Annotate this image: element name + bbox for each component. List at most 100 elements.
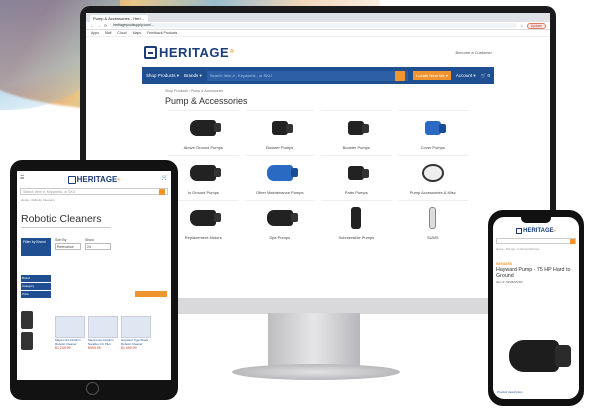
address-bar[interactable]: heritagepoolsupply.com/... bbox=[110, 23, 518, 28]
product-title[interactable]: Maytronics Dolphin Nautilus CC Plus bbox=[88, 338, 118, 346]
browser-tabbar: Pump & Accessories - Heri... bbox=[86, 13, 550, 22]
browser-tab[interactable]: Pump & Accessories - Heri... bbox=[90, 15, 148, 22]
search-placeholder: Search Item # , Keywords , or SKU bbox=[209, 72, 272, 78]
bookmark-item[interactable]: Cloud bbox=[117, 31, 126, 35]
category-tile[interactable]: Submersible Pumps bbox=[321, 200, 392, 242]
forward-icon[interactable]: → bbox=[97, 23, 101, 28]
menu-icon[interactable]: ☰ bbox=[20, 175, 24, 181]
heritage-logo[interactable]: HERITAGE ® bbox=[144, 45, 234, 60]
category-tile[interactable]: In Ground Pumps bbox=[168, 155, 239, 197]
logo-text: HERITAGE bbox=[76, 175, 118, 184]
product-description-link[interactable]: Product description bbox=[497, 390, 523, 394]
account-menu[interactable]: Account ▾ bbox=[456, 73, 476, 79]
search-icon[interactable] bbox=[570, 239, 575, 244]
filter-by-brand-button[interactable]: Filter by Brand bbox=[21, 238, 51, 256]
become-customer-link[interactable]: Become a Customer bbox=[456, 50, 492, 55]
home-button[interactable] bbox=[86, 382, 99, 395]
pump-icon bbox=[190, 165, 222, 181]
search-icon[interactable] bbox=[159, 188, 165, 195]
product-card[interactable]: Maytronics Dolphin Nautilus CC Plus $999… bbox=[88, 316, 118, 350]
category-tile[interactable]: Other Maintenance Pumps bbox=[244, 155, 315, 197]
search-icon[interactable] bbox=[395, 70, 406, 81]
product-image bbox=[55, 316, 85, 338]
category-tile[interactable]: SUMS bbox=[397, 200, 468, 242]
product-title[interactable]: Hayward TigerShark Robotic Cleaner bbox=[121, 338, 151, 346]
motor-icon bbox=[190, 210, 222, 226]
spa-pump-icon bbox=[266, 210, 298, 226]
product-meta: Item #: SP2603VSP bbox=[496, 280, 523, 285]
facet-item[interactable]: Category bbox=[21, 283, 51, 290]
product-image bbox=[88, 316, 118, 338]
bookmark-item[interactable]: Feedback Products bbox=[147, 31, 177, 35]
reload-icon[interactable]: ⟳ bbox=[104, 23, 107, 28]
category-tile[interactable]: Above Ground Pumps bbox=[168, 110, 239, 152]
category-tile[interactable]: Pump Accessories & Misc bbox=[397, 155, 468, 197]
cart-icon[interactable]: 🛒 0 bbox=[481, 73, 490, 79]
phone-device: HERITAGE ® Home › Pumps › In Ground Pump… bbox=[488, 210, 584, 406]
bookmark-item[interactable]: Mail bbox=[105, 31, 111, 35]
product-price: $1,099.99 bbox=[121, 346, 137, 351]
facet-item[interactable]: Price bbox=[21, 291, 51, 298]
submersible-pump-icon bbox=[351, 207, 362, 229]
site-header: HERITAGE ® Become a Customer bbox=[86, 37, 550, 67]
heritage-logo[interactable]: HERITAGE ® bbox=[17, 171, 171, 186]
booster-pump-icon bbox=[271, 121, 293, 135]
facet-item[interactable]: Brand bbox=[21, 275, 51, 282]
star-icon[interactable]: ☆ bbox=[520, 23, 524, 28]
category-label: Parts Pumps bbox=[344, 190, 368, 195]
site-navbar: Shop Products ▾ Brands ▾ Search Item # ,… bbox=[142, 67, 494, 84]
category-tile[interactable]: Cover Pumps bbox=[397, 110, 468, 152]
sort-label: Sort By bbox=[55, 238, 67, 242]
page-title: Pump & Accessories bbox=[165, 96, 248, 106]
browser-address-row: ← → ⟳ heritagepoolsupply.com/... ☆ Updat… bbox=[86, 22, 550, 30]
monitor-stand bbox=[268, 313, 360, 371]
category-tile[interactable]: Booster Pumps bbox=[321, 110, 392, 152]
product-title: Hayward Pump - 75 HP Hard to Ground bbox=[496, 267, 571, 280]
list-item[interactable] bbox=[21, 311, 51, 329]
logo-registered-mark: ® bbox=[553, 229, 556, 233]
category-tile[interactable]: Parts Pumps bbox=[321, 155, 392, 197]
category-tile[interactable]: Replacement Motors bbox=[168, 200, 239, 242]
sort-select[interactable]: Sort By Relevance bbox=[55, 238, 81, 250]
site-search-input[interactable]: Search Item # , Keywords , or SKU bbox=[206, 70, 409, 81]
logo-text: HERITAGE bbox=[159, 44, 230, 60]
page-title: Robotic Cleaners bbox=[21, 213, 102, 225]
bookmark-item[interactable]: Apps bbox=[91, 31, 99, 35]
back-icon[interactable]: ← bbox=[90, 23, 94, 28]
breadcrumb[interactable]: Shop Products › Pump & Accessories bbox=[86, 84, 550, 93]
product-thumb bbox=[21, 332, 33, 350]
product-title[interactable]: Maytronics Dolphin Robotic Cleaner bbox=[55, 338, 85, 346]
pump-parts-icon bbox=[348, 166, 370, 180]
filter-bar: Filter by Brand Sort By Relevance Show 2… bbox=[17, 228, 171, 258]
pump-icon bbox=[509, 340, 571, 372]
brands-menu[interactable]: Brands ▾ bbox=[184, 73, 202, 79]
logo-mark-icon bbox=[144, 45, 157, 59]
phone-screen: HERITAGE ® Home › Pumps › In Ground Pump… bbox=[493, 217, 579, 399]
category-label: Other Maintenance Pumps bbox=[255, 190, 304, 195]
apply-filter-button[interactable] bbox=[135, 291, 167, 297]
category-label: Spa Pumps bbox=[269, 235, 291, 240]
tablet-device: ☰ HERITAGE ® 🛒 Search Item #, Keywords, … bbox=[10, 160, 178, 400]
list-item[interactable] bbox=[21, 332, 51, 350]
category-tile[interactable]: Spa Pumps bbox=[244, 200, 315, 242]
cart-icon[interactable]: 🛒 bbox=[162, 175, 168, 181]
show-select[interactable]: Show 24 bbox=[85, 238, 111, 250]
product-card[interactable]: Hayward TigerShark Robotic Cleaner $1,09… bbox=[121, 316, 151, 350]
product-card[interactable]: Maytronics Dolphin Robotic Cleaner $1,24… bbox=[55, 316, 85, 350]
shop-products-menu[interactable]: Shop Products ▾ bbox=[146, 73, 179, 79]
search-input[interactable]: Search Item #, Keywords, or SKU bbox=[20, 188, 168, 195]
locate-button[interactable]: Locate Near Me ▾ bbox=[413, 71, 451, 80]
bookmark-item[interactable]: Maps bbox=[133, 31, 142, 35]
category-label: SUMS bbox=[426, 235, 439, 240]
recent-items bbox=[21, 311, 51, 353]
brand-label: HAYWARD bbox=[496, 262, 513, 266]
product-image bbox=[499, 327, 571, 385]
show-label: Show bbox=[85, 238, 94, 242]
category-label: Replacement Motors bbox=[184, 235, 222, 240]
product-price: $999.99 bbox=[88, 346, 101, 351]
update-button[interactable]: Update bbox=[526, 22, 546, 29]
search-input[interactable] bbox=[496, 238, 576, 244]
category-label: In Ground Pumps bbox=[187, 190, 219, 195]
category-tile[interactable]: Booster Pumps bbox=[244, 110, 315, 152]
category-label: Booster Pumps bbox=[342, 145, 370, 150]
